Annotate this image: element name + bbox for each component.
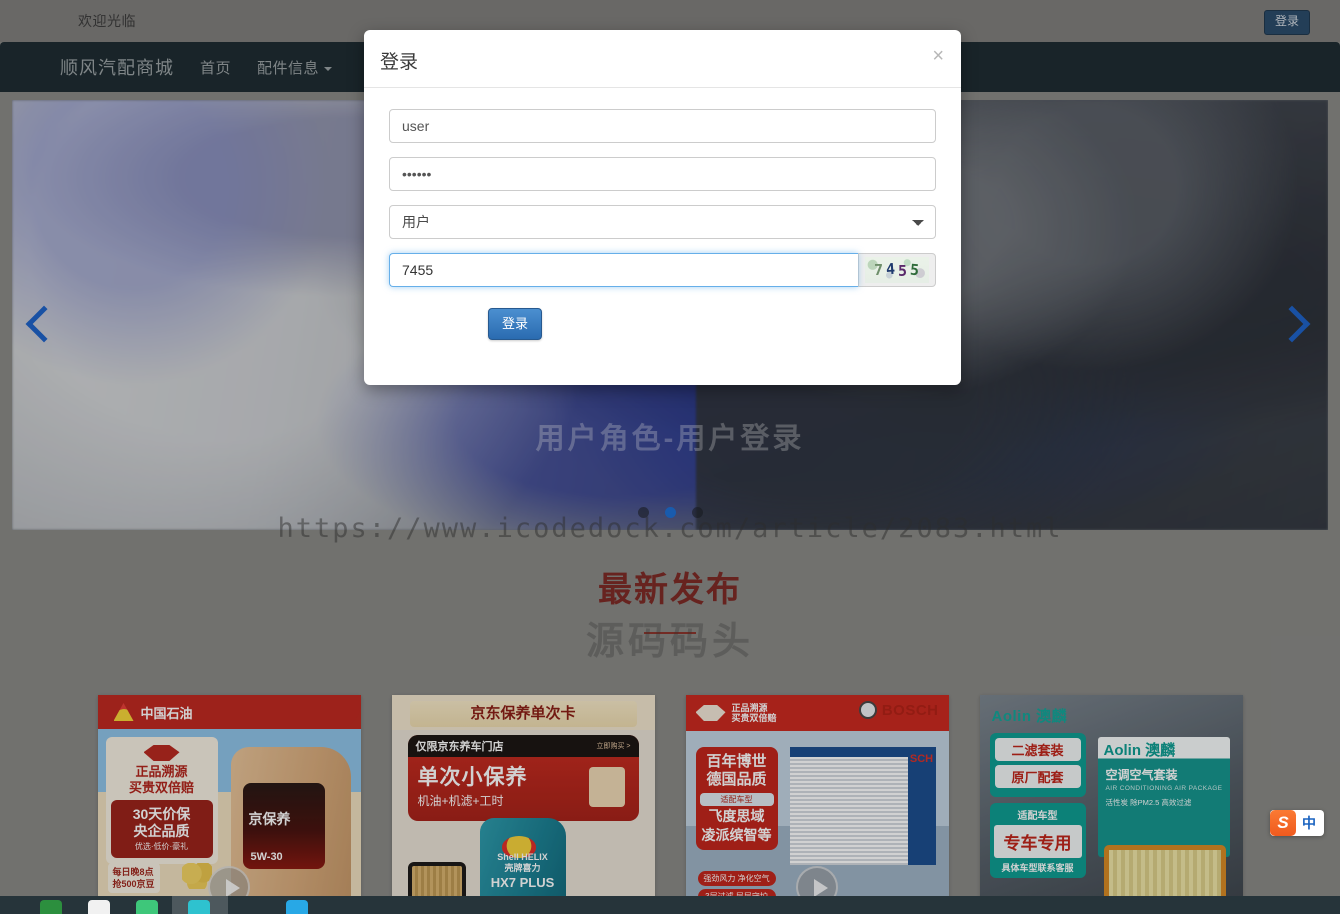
captcha-digit: 7 <box>873 261 884 279</box>
close-icon[interactable]: × <box>932 46 944 66</box>
taskbar-icon[interactable] <box>40 900 62 914</box>
taskbar-icon[interactable] <box>136 900 158 914</box>
captcha-digit: 5 <box>909 260 921 280</box>
captcha-input[interactable] <box>389 253 858 287</box>
captcha-row: 7455 <box>389 253 936 287</box>
ime-mode-label[interactable]: 中 <box>1302 813 1316 833</box>
role-select[interactable]: 用户 <box>389 205 936 239</box>
captcha-digit: 5 <box>898 262 909 280</box>
taskbar-icon[interactable] <box>188 900 210 914</box>
modal-body: 用户 7455 <box>364 88 961 287</box>
username-input[interactable] <box>389 109 936 143</box>
captcha-digit: 4 <box>885 259 897 279</box>
page-root: 欢迎光临 登录 顺风汽配商城 首页 配件信息 江陵动力 汽车发动机铭牌 机型: … <box>0 0 1340 914</box>
modal-header: 登录 × <box>364 30 961 88</box>
captcha-image-button[interactable]: 7455 <box>858 253 936 287</box>
taskbar-icon[interactable] <box>286 900 308 914</box>
ime-indicator[interactable]: S 中 <box>1270 810 1324 836</box>
modal-login-submit-button[interactable]: 登录 <box>488 308 543 340</box>
os-taskbar <box>0 896 1340 914</box>
modal-title: 登录 <box>380 52 419 73</box>
taskbar-icon[interactable] <box>88 900 110 914</box>
login-modal: 登录 × 用户 7455 登录 <box>364 30 961 385</box>
captcha-image: 7455 <box>865 257 929 283</box>
sogou-logo-icon: S <box>1270 810 1296 836</box>
password-input[interactable] <box>389 157 936 191</box>
